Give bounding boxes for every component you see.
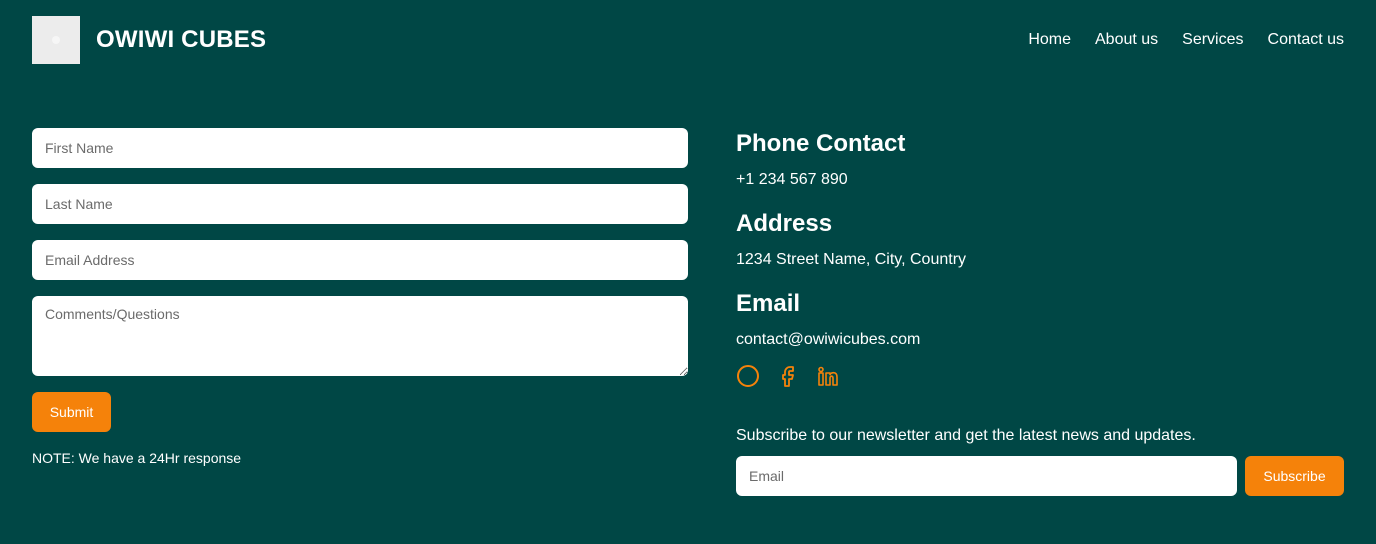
brand-name: OWIWI CUBES bbox=[96, 26, 267, 53]
site-header: OWIWI CUBES Home About us Services Conta… bbox=[32, 16, 1344, 64]
logo-placeholder-icon bbox=[52, 36, 60, 44]
nav-home[interactable]: Home bbox=[1028, 31, 1071, 49]
social-links bbox=[736, 364, 1344, 388]
newsletter-form: Subscribe bbox=[736, 456, 1344, 496]
newsletter: Subscribe to our newsletter and get the … bbox=[736, 426, 1344, 496]
email-value: contact@owiwicubes.com bbox=[736, 331, 921, 348]
last-name-input[interactable] bbox=[32, 184, 688, 224]
comments-textarea[interactable] bbox=[32, 296, 688, 376]
subscribe-button[interactable]: Subscribe bbox=[1245, 456, 1344, 496]
email-address-input[interactable] bbox=[32, 240, 688, 280]
email-heading: Email bbox=[736, 290, 801, 317]
newsletter-email-input[interactable] bbox=[736, 456, 1237, 496]
facebook-icon[interactable] bbox=[776, 364, 800, 388]
first-name-input[interactable] bbox=[32, 128, 688, 168]
circle-icon[interactable] bbox=[736, 364, 760, 388]
nav-contact-us[interactable]: Contact us bbox=[1268, 31, 1344, 49]
phone-value: +1 234 567 890 bbox=[736, 171, 848, 188]
newsletter-text: Subscribe to our newsletter and get the … bbox=[736, 427, 1196, 444]
main-nav: Home About us Services Contact us bbox=[1004, 31, 1344, 49]
linkedin-icon[interactable] bbox=[816, 364, 840, 388]
response-note: NOTE: We have a 24Hr response bbox=[32, 450, 242, 466]
address-value: 1234 Street Name, City, Country bbox=[736, 251, 967, 268]
submit-button[interactable]: Submit bbox=[32, 392, 111, 432]
nav-services[interactable]: Services bbox=[1182, 31, 1243, 49]
nav-about-us[interactable]: About us bbox=[1095, 31, 1158, 49]
brand[interactable]: OWIWI CUBES bbox=[32, 16, 266, 64]
contact-form: Submit NOTE: We have a 24Hr response bbox=[32, 128, 688, 466]
contact-info: Phone Contact +1 234 567 890 Address 123… bbox=[736, 128, 1344, 388]
logo-image[interactable] bbox=[32, 16, 80, 64]
address-heading: Address bbox=[736, 210, 833, 237]
phone-heading: Phone Contact bbox=[736, 130, 906, 157]
